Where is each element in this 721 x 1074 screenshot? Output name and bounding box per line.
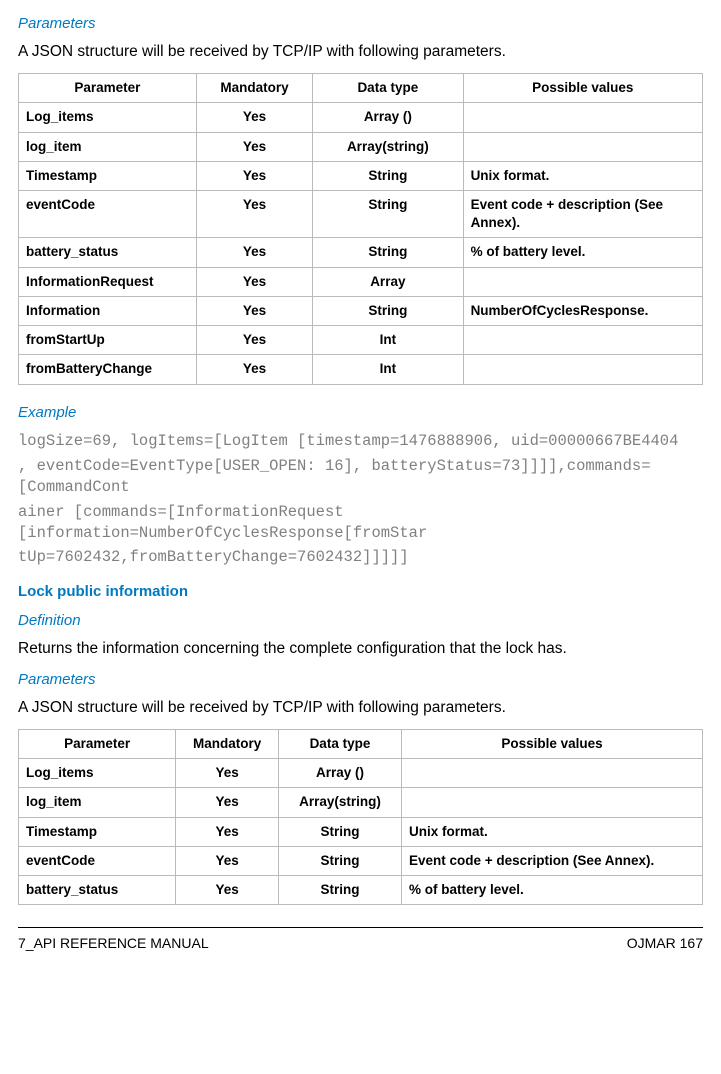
cell-datatype: String (278, 846, 401, 875)
example-line: ainer [commands=[InformationRequest [inf… (18, 502, 703, 544)
cell-possible (463, 103, 702, 132)
cell-possible (463, 267, 702, 296)
cell-datatype: Int (313, 355, 463, 384)
table-row: fromBatteryChangeYesInt (19, 355, 703, 384)
cell-possible (463, 132, 702, 161)
cell-param: Log_items (19, 103, 197, 132)
cell-mandatory: Yes (176, 876, 279, 905)
cell-param: Timestamp (19, 161, 197, 190)
footer-left: 7_API REFERENCE MANUAL (18, 934, 209, 953)
table-row: fromStartUpYesInt (19, 326, 703, 355)
cell-param: Information (19, 296, 197, 325)
table-row: InformationYesStringNumberOfCyclesRespon… (19, 296, 703, 325)
cell-mandatory: Yes (196, 132, 312, 161)
table-row: InformationRequestYesArray (19, 267, 703, 296)
cell-mandatory: Yes (196, 267, 312, 296)
cell-mandatory: Yes (196, 161, 312, 190)
th-mandatory: Mandatory (196, 74, 312, 103)
table-row: Log_itemsYesArray () (19, 759, 703, 788)
cell-datatype: Array () (278, 759, 401, 788)
cell-datatype: String (313, 296, 463, 325)
cell-mandatory: Yes (196, 326, 312, 355)
th-parameter: Parameter (19, 729, 176, 758)
table-row: TimestampYesStringUnix format. (19, 817, 703, 846)
cell-possible (402, 788, 703, 817)
definition-heading: Definition (18, 611, 703, 631)
th-mandatory: Mandatory (176, 729, 279, 758)
cell-possible: Event code + description (See Annex). (402, 846, 703, 875)
cell-mandatory: Yes (196, 355, 312, 384)
th-possible: Possible values (463, 74, 702, 103)
th-datatype: Data type (313, 74, 463, 103)
footer-right: OJMAR 167 (627, 934, 703, 953)
cell-datatype: Array () (313, 103, 463, 132)
cell-datatype: String (313, 238, 463, 267)
cell-mandatory: Yes (196, 103, 312, 132)
parameters-table-2: Parameter Mandatory Data type Possible v… (18, 729, 703, 905)
table-row: TimestampYesStringUnix format. (19, 161, 703, 190)
cell-datatype: String (313, 191, 463, 238)
table-row: Log_itemsYesArray () (19, 103, 703, 132)
cell-param: battery_status (19, 876, 176, 905)
parameters-table-1: Parameter Mandatory Data type Possible v… (18, 73, 703, 384)
cell-param: log_item (19, 788, 176, 817)
cell-datatype: String (313, 161, 463, 190)
table-row: eventCodeYesStringEvent code + descripti… (19, 191, 703, 238)
cell-datatype: Array(string) (313, 132, 463, 161)
definition-text: Returns the information concerning the c… (18, 639, 703, 660)
cell-mandatory: Yes (196, 296, 312, 325)
table-header-row: Parameter Mandatory Data type Possible v… (19, 729, 703, 758)
cell-param: fromBatteryChange (19, 355, 197, 384)
th-possible: Possible values (402, 729, 703, 758)
cell-possible: % of battery level. (402, 876, 703, 905)
cell-mandatory: Yes (176, 817, 279, 846)
cell-possible: % of battery level. (463, 238, 702, 267)
table-row: log_itemYesArray(string) (19, 132, 703, 161)
table-row: eventCodeYesStringEvent code + descripti… (19, 846, 703, 875)
parameters-heading-1: Parameters (18, 14, 703, 34)
example-heading: Example (18, 403, 703, 423)
cell-mandatory: Yes (176, 759, 279, 788)
cell-param: Timestamp (19, 817, 176, 846)
th-datatype: Data type (278, 729, 401, 758)
cell-datatype: String (278, 817, 401, 846)
table-row: battery_statusYesString% of battery leve… (19, 238, 703, 267)
example-line: tUp=7602432,fromBatteryChange=7602432]]]… (18, 547, 703, 568)
table-row: battery_statusYesString% of battery leve… (19, 876, 703, 905)
cell-possible: Unix format. (463, 161, 702, 190)
cell-possible: Unix format. (402, 817, 703, 846)
cell-datatype: Array(string) (278, 788, 401, 817)
lock-public-info-heading: Lock public information (18, 582, 703, 602)
cell-param: log_item (19, 132, 197, 161)
cell-param: fromStartUp (19, 326, 197, 355)
cell-param: eventCode (19, 846, 176, 875)
cell-mandatory: Yes (196, 191, 312, 238)
cell-param: Log_items (19, 759, 176, 788)
table-row: log_itemYesArray(string) (19, 788, 703, 817)
cell-param: InformationRequest (19, 267, 197, 296)
cell-mandatory: Yes (196, 238, 312, 267)
cell-param: eventCode (19, 191, 197, 238)
cell-possible (402, 759, 703, 788)
cell-datatype: Int (313, 326, 463, 355)
example-line: , eventCode=EventType[USER_OPEN: 16], ba… (18, 456, 703, 498)
table-header-row: Parameter Mandatory Data type Possible v… (19, 74, 703, 103)
parameters-intro-2: A JSON structure will be received by TCP… (18, 698, 703, 719)
parameters-intro-1: A JSON structure will be received by TCP… (18, 42, 703, 63)
cell-param: battery_status (19, 238, 197, 267)
cell-possible (463, 355, 702, 384)
cell-datatype: String (278, 876, 401, 905)
example-line: logSize=69, logItems=[LogItem [timestamp… (18, 431, 703, 452)
cell-mandatory: Yes (176, 788, 279, 817)
cell-possible: Event code + description (See Annex). (463, 191, 702, 238)
cell-mandatory: Yes (176, 846, 279, 875)
cell-datatype: Array (313, 267, 463, 296)
th-parameter: Parameter (19, 74, 197, 103)
cell-possible (463, 326, 702, 355)
cell-possible: NumberOfCyclesResponse. (463, 296, 702, 325)
parameters-heading-2: Parameters (18, 670, 703, 690)
page-footer: 7_API REFERENCE MANUAL OJMAR 167 (18, 927, 703, 953)
